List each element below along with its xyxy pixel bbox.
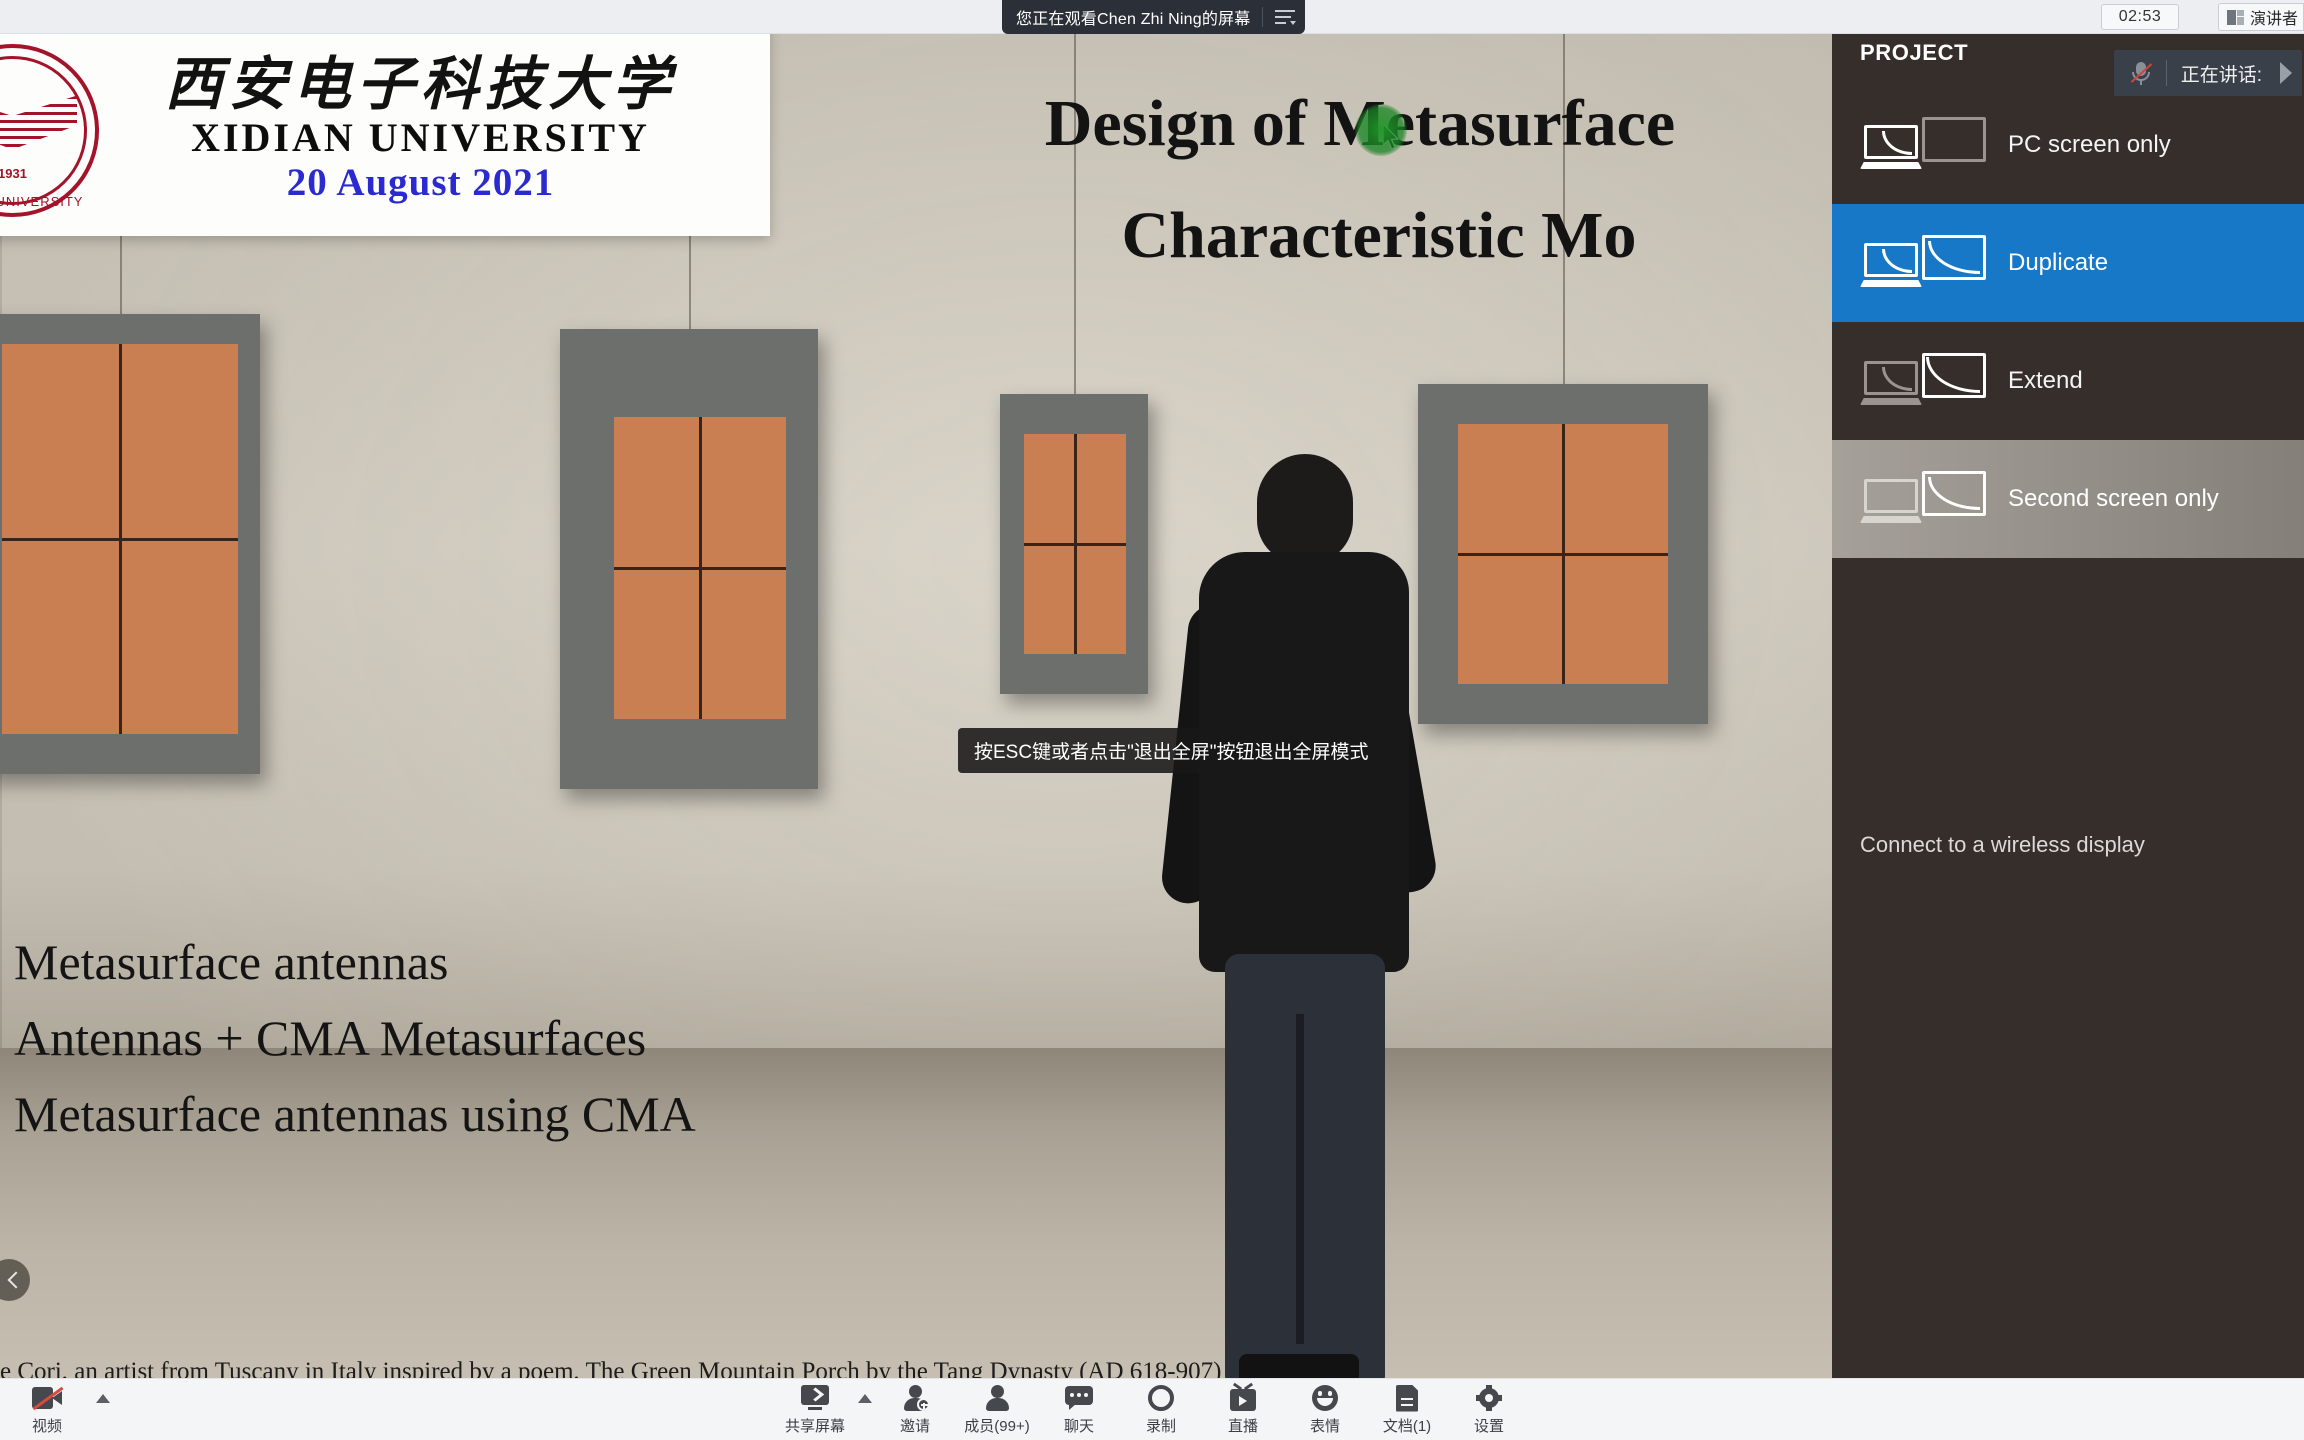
chat-bubble-icon — [1065, 1386, 1093, 1410]
toolbar-item-label: 设置 — [1473, 1418, 1504, 1435]
top-bar: 您正在观看Chen Zhi Ning的屏幕 02:53 演讲者 — [0, 0, 2304, 34]
chevron-left-icon — [7, 1271, 25, 1289]
second-screen-only-icon — [1860, 471, 1986, 527]
project-option-label: PC screen only — [2008, 131, 2171, 158]
project-option-second-screen-only[interactable]: Second screen only — [1832, 440, 2304, 558]
toolbar-item-record[interactable]: 录制 — [1122, 1383, 1200, 1436]
toolbar-item-label: 视频 — [31, 1418, 62, 1435]
project-option-duplicate[interactable]: Duplicate — [1832, 204, 2304, 322]
meeting-fullscreen-window: 1931 XIDIAN UNIVERSITY 西安电子科技大学 XIDIAN U… — [0, 0, 2304, 1440]
artwork-panel — [0, 34, 260, 774]
duplicate-screen-icon — [1860, 235, 1986, 291]
toolbar-item-share-screen[interactable]: 共享屏幕 — [776, 1383, 854, 1436]
slide-title: Design of Metasurface Characteristic Mo — [860, 68, 1832, 292]
slide-bullet: Metasurface antennas using CMA — [14, 1086, 696, 1142]
university-banner: 1931 XIDIAN UNIVERSITY 西安电子科技大学 XIDIAN U… — [0, 34, 770, 236]
artwork-panel — [1000, 34, 1148, 694]
share-screen-icon — [800, 1385, 830, 1411]
toolbar-item-label: 成员(99+) — [964, 1418, 1030, 1435]
slide-title-line-2: Characteristic Mo — [1121, 199, 1637, 273]
project-option-extend[interactable]: Extend — [1832, 322, 2304, 440]
view-mode-label: 演讲者 — [2250, 11, 2299, 28]
document-icon — [1396, 1384, 1418, 1412]
meeting-timer: 02:53 — [2101, 4, 2179, 30]
share-screen-options-caret-icon[interactable] — [858, 1394, 872, 1403]
invite-person-icon — [902, 1385, 930, 1411]
slide-caption-text: e Cori, an artist from Tuscany in Italy … — [0, 1358, 1347, 1378]
crest-year: 1931 — [0, 165, 27, 181]
gear-icon — [1476, 1385, 1502, 1411]
speaking-indicator: 正在讲话: — [2113, 50, 2302, 96]
toolbar-item-members[interactable]: 成员(99+) — [958, 1383, 1036, 1436]
toolbar-item-label: 文档(1) — [1382, 1418, 1432, 1435]
toolbar-item-chat[interactable]: 聊天 — [1040, 1383, 1118, 1436]
toolbar-item-video[interactable]: 视频 — [8, 1383, 86, 1436]
list-menu-icon[interactable] — [1271, 4, 1301, 30]
video-muted-icon — [32, 1386, 64, 1411]
toolbar-item-documents[interactable]: 文档(1) — [1368, 1383, 1446, 1436]
mouse-cursor — [1355, 104, 1407, 157]
watching-screen-notice: 您正在观看Chen Zhi Ning的屏幕 — [1002, 0, 1306, 34]
crest-university: XIDIAN UNIVERSITY — [0, 193, 84, 209]
xidian-crest-icon: 1931 XIDIAN UNIVERSITY — [0, 38, 105, 223]
bottom-toolbar: 视频 共享屏幕 邀请 成员(99+) 聊天 录制 直播 表情 文档(1) 设置 — [0, 1378, 2304, 1440]
windows-project-panel: PROJECT PC screen only Duplicate Extend … — [1832, 34, 2304, 1378]
project-option-pc-screen-only[interactable]: PC screen only — [1832, 86, 2304, 204]
toolbar-item-invite[interactable]: 邀请 — [876, 1383, 954, 1436]
presenter-silhouette — [1159, 454, 1440, 1378]
project-option-label: Duplicate — [2008, 249, 2109, 276]
connect-wireless-display-link[interactable]: Connect to a wireless display — [1860, 832, 2145, 858]
project-panel-header: PROJECT — [1860, 40, 1969, 65]
slide-title-line-1: Design of Metasurface — [1044, 87, 1676, 160]
cursor-click-highlight — [1355, 104, 1407, 156]
toolbar-item-settings[interactable]: 设置 — [1450, 1383, 1528, 1436]
slide-bullet: Metasurface antennas — [14, 934, 449, 990]
emoji-smile-icon — [1312, 1385, 1338, 1411]
speaking-collapse-arrow-icon[interactable] — [2280, 62, 2292, 84]
toolbar-item-live[interactable]: 直播 — [1204, 1382, 1282, 1436]
toolbar-item-label: 共享屏幕 — [784, 1418, 845, 1435]
video-options-caret-icon[interactable] — [96, 1394, 110, 1403]
slide-bullet: Antennas + CMA Metasurfaces — [14, 1010, 647, 1066]
extend-screen-icon — [1860, 353, 1986, 409]
record-circle-icon — [1148, 1385, 1174, 1411]
artwork-panel — [1418, 34, 1708, 724]
toolbar-left-group: 视频 — [8, 1383, 110, 1436]
view-mode-button[interactable]: 演讲者 — [2218, 3, 2304, 31]
artwork-panel — [560, 34, 818, 789]
toolbar-center-group: 共享屏幕 邀请 成员(99+) 聊天 录制 直播 表情 文档(1) 设置 — [776, 1382, 1528, 1436]
toolbar-item-label: 邀请 — [899, 1418, 930, 1435]
university-cn-name: 西安电子科技大学 — [164, 50, 677, 119]
presentation-date: 20 August 2021 — [286, 161, 555, 205]
pc-screen-only-icon — [1860, 117, 1986, 173]
project-option-label: Extend — [2008, 367, 2083, 394]
slide-bullet-list: Metasurface antennas Antennas + CMA Meta… — [14, 924, 696, 1152]
live-broadcast-icon — [1230, 1382, 1256, 1411]
toolbar-item-label: 表情 — [1309, 1418, 1340, 1435]
toolbar-item-emoji[interactable]: 表情 — [1286, 1383, 1364, 1436]
project-options-list: PC screen only Duplicate Extend Second s… — [1832, 86, 2304, 558]
exit-fullscreen-tooltip: 按ESC键或者点击"退出全屏"按钮退出全屏模式 — [958, 728, 1385, 773]
toolbar-item-label: 聊天 — [1063, 1418, 1094, 1435]
divider — [1262, 7, 1264, 27]
shared-screen-content: 1931 XIDIAN UNIVERSITY 西安电子科技大学 XIDIAN U… — [0, 34, 1832, 1378]
mic-muted-icon — [2130, 61, 2152, 85]
university-en-name: XIDIAN UNIVERSITY — [191, 115, 650, 161]
layout-speaker-icon — [2227, 9, 2244, 25]
toolbar-item-label: 直播 — [1227, 1418, 1258, 1435]
project-option-label: Second screen only — [2008, 485, 2219, 512]
members-icon — [984, 1385, 1010, 1411]
watching-notice-text: 您正在观看Chen Zhi Ning的屏幕 — [1016, 11, 1251, 28]
speaking-label: 正在讲话: — [2180, 64, 2262, 86]
toolbar-item-label: 录制 — [1145, 1418, 1176, 1435]
